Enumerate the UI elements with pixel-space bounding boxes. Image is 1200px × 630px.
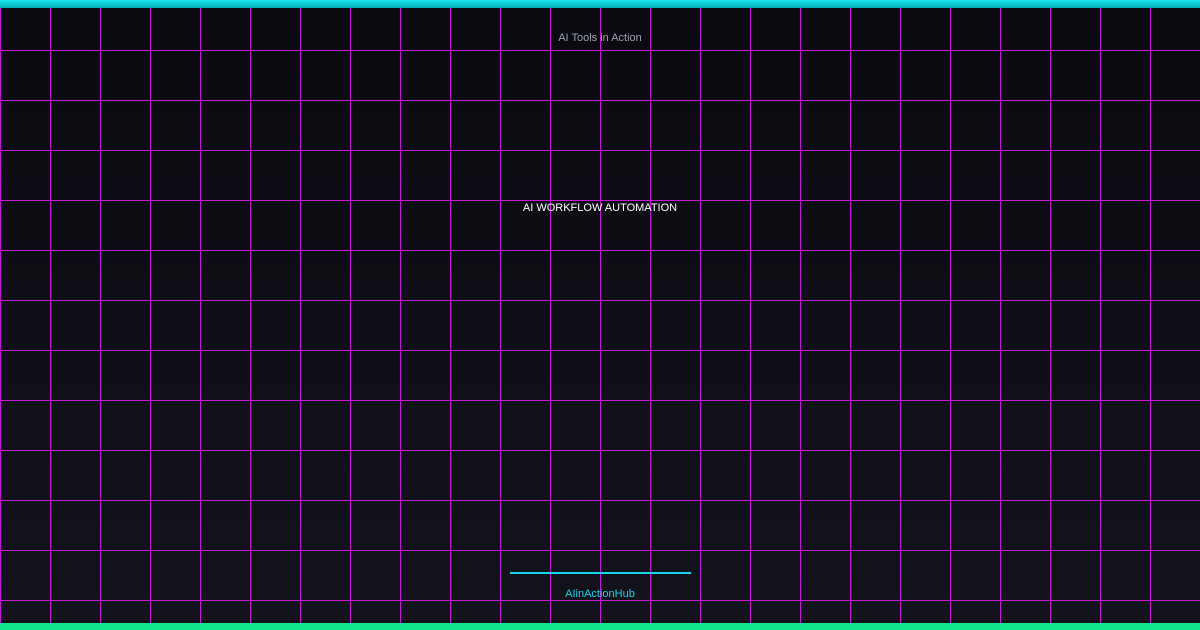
neon-grid-background: [0, 0, 1200, 630]
social-banner: AI Tools in Action AI WORKFLOW AUTOMATIO…: [0, 0, 1200, 630]
brand-divider-line: [510, 572, 691, 574]
banner-headline: AI WORKFLOW AUTOMATION: [522, 202, 678, 214]
brand-name: AIinActionHub: [565, 588, 635, 600]
bottom-accent-bar: [0, 623, 1200, 630]
banner-subtitle: AI Tools in Action: [558, 32, 642, 44]
top-accent-bar: [0, 0, 1200, 8]
